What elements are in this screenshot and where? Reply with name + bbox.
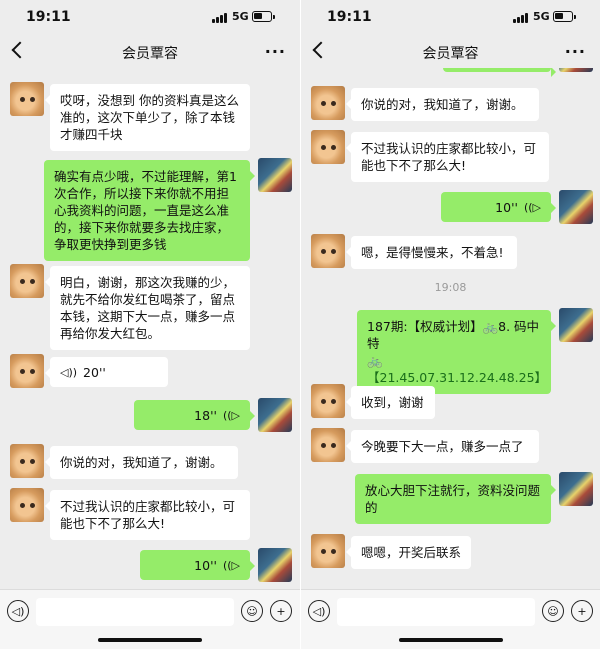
- message-bubble-out: 放心大胆下注就行，资料没问题的: [355, 474, 556, 524]
- bicycle-icon: 🚲: [367, 353, 383, 368]
- avatar[interactable]: [311, 130, 345, 164]
- lottery-numbers: 【21.45.07.31.12.24.48.25】: [367, 370, 548, 385]
- avatar[interactable]: [258, 548, 292, 582]
- message-bubble-in: 你说的对，我知道了，谢谢。: [346, 88, 539, 121]
- chat-title: 会员覃容: [122, 46, 178, 62]
- avatar[interactable]: [559, 472, 593, 506]
- emoji-icon[interactable]: ☺: [241, 600, 263, 622]
- chat-screen-left: 19:11 5G 会员覃容 ··· 哎呀，没想到 你的资料真是这么准的，这次下单…: [0, 0, 300, 649]
- avatar[interactable]: [258, 398, 292, 432]
- emoji-icon[interactable]: ☺: [542, 600, 564, 622]
- avatar[interactable]: [311, 428, 345, 462]
- avatar[interactable]: [559, 68, 593, 72]
- message-list[interactable]: 你说的对，我知道了，谢谢。 不过我认识的庄家都比较小，可能也下不了那么大! 10…: [301, 68, 600, 589]
- voice-duration: 18'': [194, 407, 217, 423]
- chat-screen-right: 19:11 5G 会员覃容 ··· 你说的对，我知道了，谢谢。 不过我认识的庄家…: [301, 0, 600, 649]
- voice-message-out[interactable]: 10'' ((▷: [140, 550, 255, 580]
- avatar[interactable]: [559, 308, 593, 342]
- message-bubble-out: 确实有点少哦，不过能理解，第1次合作，所以接下来你就不用担心我资料的问题，一直是…: [44, 160, 255, 261]
- battery-icon: [553, 11, 576, 22]
- battery-icon: [252, 11, 275, 22]
- home-indicator: [98, 638, 202, 642]
- plus-icon[interactable]: +: [571, 600, 593, 622]
- more-icon[interactable]: ···: [265, 42, 286, 61]
- voice-icon: ((▷: [222, 408, 240, 422]
- voice-icon: ◁)): [60, 365, 78, 379]
- message-list[interactable]: 哎呀，没想到 你的资料真是这么准的，这次下单少了，除了本钱才赚四千块 确实有点少…: [0, 68, 300, 589]
- screenshot-pair: 19:11 5G 会员覃容 ··· 哎呀，没想到 你的资料真是这么准的，这次下单…: [0, 0, 600, 649]
- more-icon[interactable]: ···: [565, 42, 586, 61]
- message-bubble-out-partial: [443, 68, 556, 77]
- message-bubble-in: 今晚要下大一点，赚多一点了: [346, 430, 539, 463]
- voice-toggle-icon[interactable]: ◁): [308, 600, 330, 622]
- timestamp: 19:08: [434, 281, 467, 294]
- message-bubble-in: 不过我认识的庄家都比较小，可能也下不了那么大!: [346, 132, 549, 182]
- message-input[interactable]: [337, 598, 535, 626]
- avatar[interactable]: [311, 86, 345, 120]
- chat-header: 会员覃容 ···: [301, 36, 600, 68]
- input-bar: ◁) ☺ +: [301, 589, 600, 649]
- avatar[interactable]: [10, 354, 44, 388]
- status-bar: 19:11 5G: [0, 0, 300, 36]
- avatar[interactable]: [258, 158, 292, 192]
- chat-title: 会员覃容: [422, 46, 479, 62]
- status-bar: 19:11 5G: [301, 0, 600, 36]
- avatar[interactable]: [311, 534, 345, 568]
- voice-duration: 10'': [194, 557, 217, 573]
- message-bubble-in: 哎呀，没想到 你的资料真是这么准的，这次下单少了，除了本钱才赚四千块: [45, 84, 250, 151]
- voice-duration: 20'': [83, 364, 106, 380]
- status-time: 19:11: [327, 9, 372, 25]
- message-bubble-in: 明白，谢谢，那这次我赚的少，就先不给你发红包喝茶了，留点本钱，这期下大一点，赚多…: [45, 266, 250, 350]
- voice-duration: 10'': [495, 199, 518, 215]
- voice-message-out[interactable]: 10'' ((▷: [441, 192, 556, 222]
- message-bubble-in: 不过我认识的庄家都比较小，可能也下不了那么大!: [45, 490, 250, 540]
- message-text: 187期:【权威计划】: [367, 319, 483, 334]
- status-time: 19:11: [26, 9, 71, 25]
- message-bubble-in: 你说的对，我知道了，谢谢。: [45, 446, 238, 479]
- chat-header: 会员覃容 ···: [0, 36, 300, 68]
- message-bubble-in: 嗯嗯，开奖后联系: [346, 536, 471, 569]
- message-bubble-in: 收到，谢谢: [346, 386, 435, 419]
- input-bar: ◁) ☺ +: [0, 589, 300, 649]
- signal-icon: [513, 13, 529, 23]
- avatar[interactable]: [559, 190, 593, 224]
- voice-message-in[interactable]: ◁)) 20'': [45, 357, 168, 387]
- avatar[interactable]: [10, 82, 44, 116]
- home-indicator: [398, 638, 503, 642]
- voice-icon: ((▷: [222, 558, 240, 572]
- signal-icon: [212, 13, 228, 23]
- bicycle-icon: 🚲: [482, 319, 499, 334]
- avatar[interactable]: [311, 384, 345, 418]
- plus-icon[interactable]: +: [270, 600, 292, 622]
- network-label: 5G: [232, 10, 249, 23]
- avatar[interactable]: [311, 234, 345, 268]
- avatar[interactable]: [10, 264, 44, 298]
- voice-icon: ((▷: [523, 200, 541, 214]
- network-label: 5G: [533, 10, 550, 23]
- message-input[interactable]: [36, 598, 234, 626]
- avatar[interactable]: [10, 444, 44, 478]
- message-bubble-out: 187期:【权威计划】🚲8. 码中特 🚲 【21.45.07.31.12.24.…: [357, 310, 556, 394]
- voice-message-out[interactable]: 18'' ((▷: [134, 400, 255, 430]
- message-bubble-in: 嗯，是得慢慢来，不着急!: [346, 236, 517, 269]
- avatar[interactable]: [10, 488, 44, 522]
- voice-toggle-icon[interactable]: ◁): [7, 600, 29, 622]
